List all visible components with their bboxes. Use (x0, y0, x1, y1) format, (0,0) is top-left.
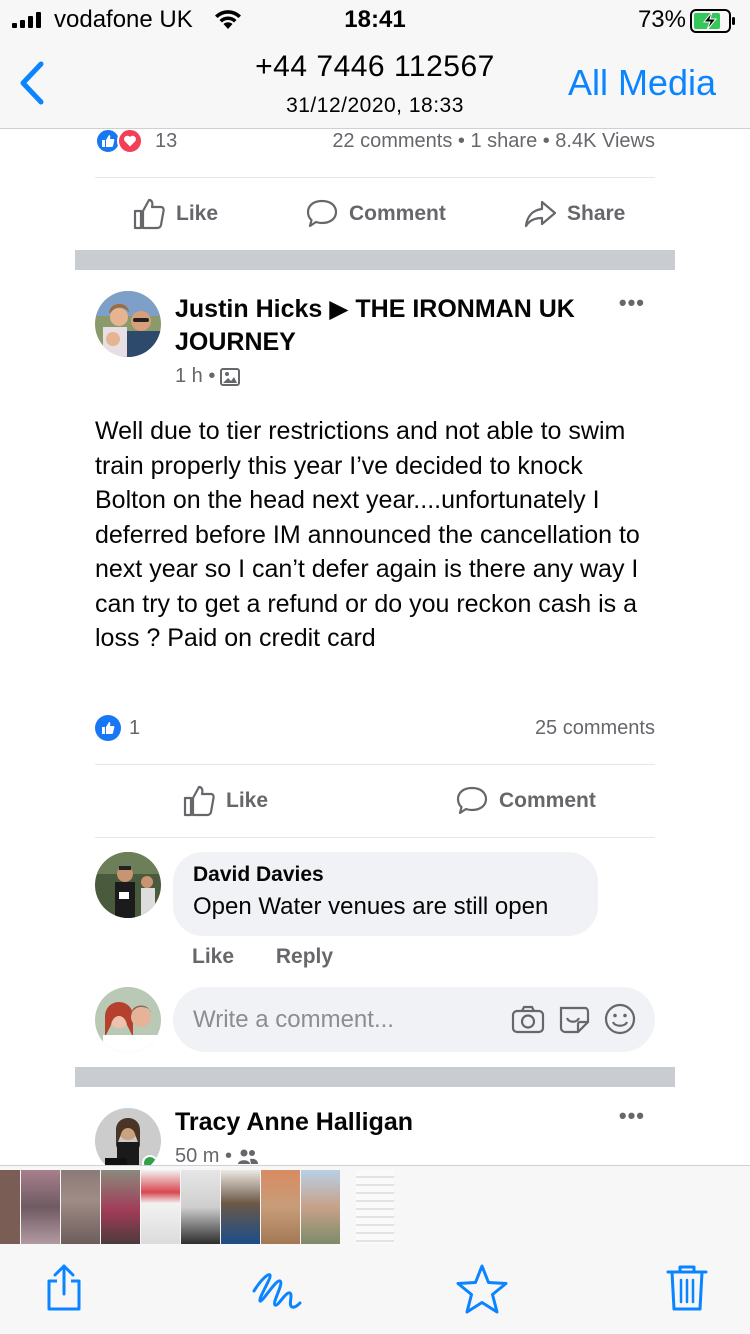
reaction-count: 1 (129, 717, 141, 739)
thumbnail[interactable] (301, 1170, 340, 1244)
post-stats: 13 22 comments • 1 share • 8.4K Views (95, 130, 655, 154)
divider (95, 837, 655, 838)
comment-label: Comment (499, 789, 596, 812)
share-label: Share (567, 202, 626, 225)
avatar[interactable] (95, 291, 161, 357)
comment-icon (306, 199, 338, 228)
reactions[interactable] (95, 130, 143, 154)
share-button[interactable]: Share (523, 197, 625, 231)
comment-button[interactable]: Comment (305, 197, 446, 231)
share-icon (524, 200, 557, 228)
avatar[interactable] (95, 1108, 161, 1165)
all-media-button[interactable]: All Media (568, 62, 716, 104)
star-icon[interactable] (454, 1263, 510, 1322)
like-icon (133, 198, 165, 230)
user-avatar (95, 987, 161, 1053)
markup-icon[interactable] (250, 1263, 304, 1318)
comment-icon (456, 786, 488, 815)
bottom-toolbar (0, 1245, 750, 1334)
thumbnail[interactable] (61, 1170, 100, 1244)
commenter-name[interactable]: David Davies (193, 863, 578, 887)
post-time: 50 m • (175, 1145, 233, 1165)
divider (95, 764, 655, 765)
battery-icon (690, 9, 736, 38)
thumbnail[interactable] (0, 1170, 20, 1244)
photo-icon (220, 367, 241, 386)
friends-icon (238, 1149, 259, 1164)
write-comment-placeholder: Write a comment... (193, 1006, 394, 1033)
battery-percent: 73% (637, 6, 686, 33)
screenshot-content: 13 22 comments • 1 share • 8.4K Views Li… (0, 130, 750, 1165)
composer-icons (511, 1002, 637, 1036)
post-time: 1 h • (175, 365, 216, 387)
thumbnail[interactable] (101, 1170, 140, 1244)
camera-icon[interactable] (511, 1002, 545, 1036)
post-separator (75, 1067, 675, 1087)
comment-actions: Like Reply (192, 945, 369, 969)
navigation-bar: +44 7446 112567 31/12/2020, 18:33 All Me… (0, 40, 750, 129)
more-options-button[interactable]: ••• (619, 1103, 645, 1129)
comment-text: Open Water venues are still open (193, 893, 549, 920)
thumbnail[interactable] (141, 1170, 180, 1244)
reaction-count: 13 (155, 130, 178, 152)
sticker-icon[interactable] (557, 1002, 591, 1036)
write-comment-input[interactable]: Write a comment... (173, 987, 655, 1052)
thumbnail[interactable] (21, 1170, 60, 1244)
thumbnail[interactable] (356, 1170, 394, 1244)
comment-bubble[interactable]: David Davies Open Water venues are still… (173, 852, 598, 936)
emoji-icon[interactable] (603, 1002, 637, 1036)
post-actions: Like Comment Share (95, 197, 655, 233)
comment-reply-button[interactable]: Reply (276, 945, 333, 968)
upload-icon[interactable] (44, 1263, 84, 1318)
status-bar: vodafone UK 18:41 73% (0, 0, 750, 40)
thumbnail[interactable] (221, 1170, 260, 1244)
engagement-stats[interactable]: 22 comments • 1 share • 8.4K Views (332, 130, 655, 153)
post-actions: Like Comment (95, 784, 655, 820)
divider (95, 177, 655, 178)
commenter-avatar[interactable] (95, 852, 161, 918)
comment-like-button[interactable]: Like (192, 945, 234, 968)
like-button[interactable]: Like (132, 197, 218, 231)
like-icon (183, 785, 215, 817)
post-body: Well due to tier restrictions and not ab… (95, 417, 640, 652)
trash-icon[interactable] (665, 1263, 709, 1318)
post-timestamp: 50 m • (175, 1145, 259, 1165)
post-timestamp: 1 h • (175, 365, 241, 388)
like-label: Like (226, 789, 269, 812)
comment-label: Comment (349, 202, 446, 225)
like-button[interactable]: Like (182, 784, 268, 818)
like-label: Like (176, 202, 219, 225)
post-separator (75, 250, 675, 270)
post-author[interactable]: Tracy Anne Halligan (175, 1106, 595, 1139)
comments-count[interactable]: 25 comments (535, 717, 655, 740)
comment-button[interactable]: Comment (455, 784, 596, 818)
thumbnail[interactable] (261, 1170, 300, 1244)
more-options-button[interactable]: ••• (619, 290, 645, 316)
like-icon (95, 715, 121, 741)
media-thumbnail-strip[interactable] (0, 1165, 750, 1245)
post-author[interactable]: Justin Hicks ▶ THE IRONMAN UK JOURNEY (175, 293, 595, 359)
thumbnail[interactable] (181, 1170, 220, 1244)
love-icon (117, 130, 143, 154)
